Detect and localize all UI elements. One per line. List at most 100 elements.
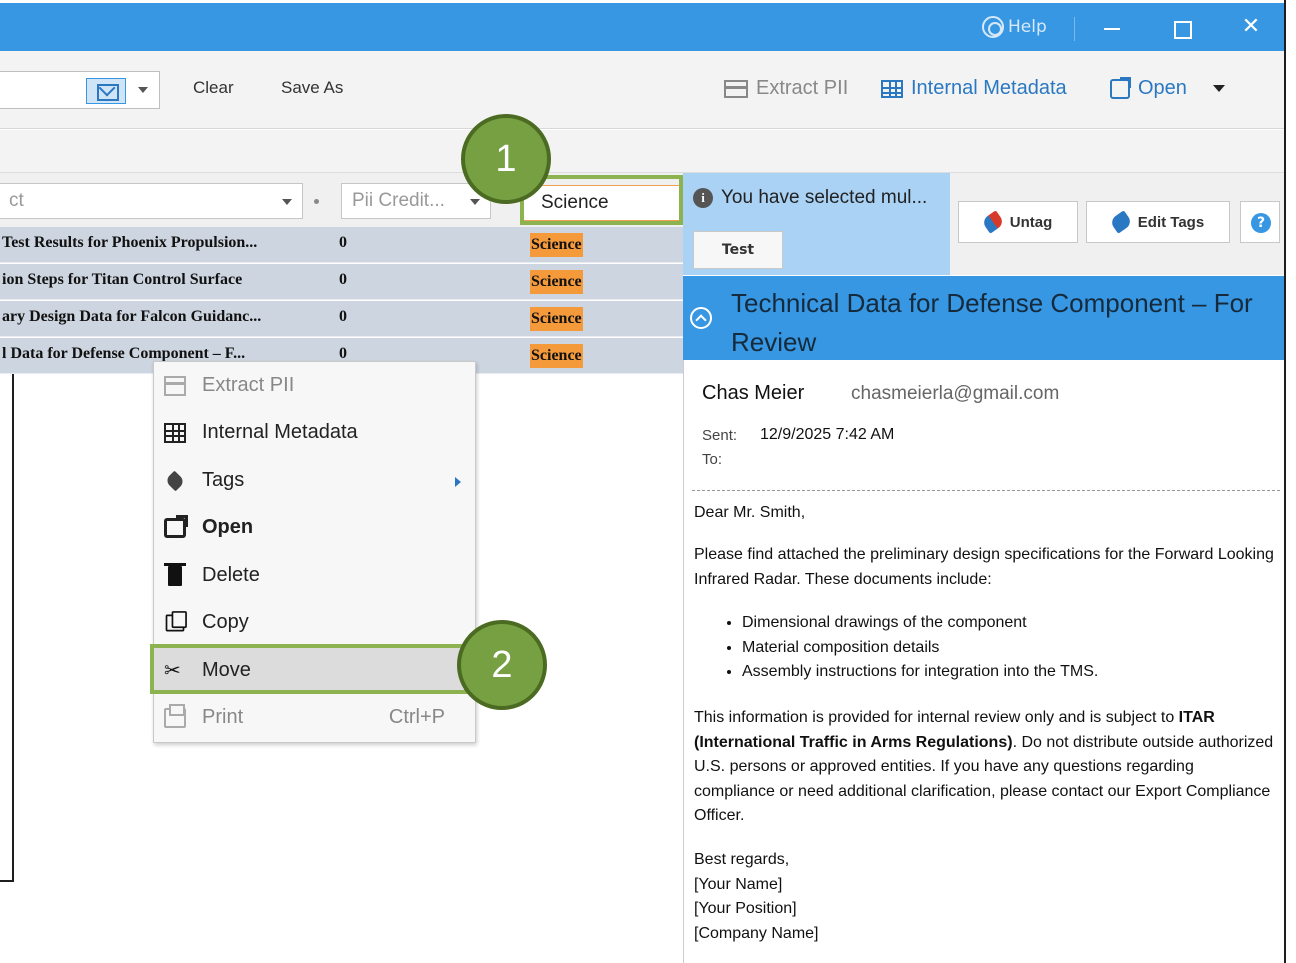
menu-item-open[interactable]: Open <box>154 505 475 551</box>
menu-item-delete[interactable]: Delete <box>154 553 475 599</box>
list-item: Dimensional drawings of the component <box>742 611 1274 636</box>
info-icon: i <box>693 188 713 208</box>
trash-icon <box>164 563 186 586</box>
table-row[interactable]: Test Results for Phoenix Propulsion... 0… <box>0 227 683 263</box>
callout-1: 1 <box>461 114 551 204</box>
save-as-button[interactable]: Save As <box>281 78 343 98</box>
sign-line: [Your Name] <box>694 875 783 893</box>
menu-label: Copy <box>202 611 249 633</box>
menu-item-copy[interactable]: Copy <box>154 600 475 646</box>
title-bar: Help ✕ <box>0 3 1284 51</box>
printer-icon <box>164 704 186 728</box>
row-tag: Science <box>530 307 583 331</box>
sender-email[interactable]: chasmeierla@gmail.com <box>851 383 1059 405</box>
extract-pii-button[interactable]: Extract PII <box>724 77 848 100</box>
open-button[interactable]: Open <box>1110 76 1225 100</box>
sender-name: Chas Meier <box>702 382 805 404</box>
menu-item-print[interactable]: Print Ctrl+P <box>154 695 475 741</box>
main-window: Help ✕ Clear Save As Extract PII Interna… <box>0 0 1286 963</box>
open-dropdown-icon[interactable] <box>1212 85 1225 92</box>
tag-icon <box>1108 210 1133 234</box>
card-icon <box>164 376 186 396</box>
sign-line: Best regards, <box>694 851 790 868</box>
sign-line: [Your Position] <box>694 900 797 917</box>
chevron-down-icon[interactable] <box>470 199 480 205</box>
card-icon <box>724 79 748 98</box>
row-tag: Science <box>530 270 583 294</box>
menu-item-internal-metadata[interactable]: Internal Metadata <box>154 410 475 456</box>
inner-window-corner <box>0 880 14 882</box>
sent-label: Sent: <box>702 427 738 444</box>
table-row[interactable]: ary Design Data for Falcon Guidanc... 0 … <box>0 301 683 337</box>
clear-button[interactable]: Clear <box>193 78 234 98</box>
collapse-icon[interactable] <box>690 307 712 329</box>
chevron-down-icon[interactable] <box>282 199 292 205</box>
help-label: Help <box>1008 17 1047 37</box>
body-paragraph-1: Please find attached the preliminary des… <box>694 546 1274 588</box>
title-separator <box>1074 17 1075 41</box>
email-body: Chas Meier chasmeierla@gmail.com Sent: 1… <box>683 360 1284 963</box>
close-button[interactable]: ✕ <box>1236 13 1266 43</box>
tag-actions: Untag Edit Tags ? <box>950 173 1284 275</box>
bullet-list: Dimensional drawings of the component Ma… <box>694 611 1274 685</box>
row-count: 0 <box>339 271 347 288</box>
table-icon <box>164 423 186 443</box>
view-combo[interactable] <box>0 71 160 109</box>
open-external-icon <box>164 515 188 538</box>
callout-2: 2 <box>457 620 547 710</box>
menu-label: Extract PII <box>202 374 295 396</box>
menu-shortcut: Ctrl+P <box>388 706 445 728</box>
row-subject: Test Results for Phoenix Propulsion... <box>2 234 258 251</box>
pii-filter[interactable]: Pii Credit... <box>341 183 491 219</box>
row-count: 0 <box>339 234 347 251</box>
move-highlight <box>150 644 468 694</box>
copy-icon <box>165 611 187 632</box>
chevron-down-icon[interactable] <box>138 87 148 93</box>
email-header: Technical Data for Defense Component – F… <box>683 276 1284 360</box>
untag-button[interactable]: Untag <box>958 201 1078 243</box>
list-item: Material composition details <box>742 636 1274 661</box>
row-count: 0 <box>339 308 347 325</box>
pii-filter-text: Pii Credit... <box>352 190 445 211</box>
untag-icon <box>980 210 1005 234</box>
open-external-icon <box>1110 76 1131 99</box>
help-link[interactable]: Help <box>982 16 1047 38</box>
row-tag: Science <box>530 344 583 368</box>
menu-item-extract-pii[interactable]: Extract PII <box>154 363 475 409</box>
maximize-button[interactable] <box>1166 13 1196 43</box>
menu-item-tags[interactable]: Tags <box>154 458 475 504</box>
notice-text: You have selected mul... <box>721 187 928 208</box>
open-label: Open <box>1138 77 1187 99</box>
untag-label: Untag <box>1009 213 1053 231</box>
extract-pii-label: Extract PII <box>756 77 849 99</box>
list-item: Assembly instructions for integration in… <box>742 660 1274 685</box>
greeting: Dear Mr. Smith, <box>694 504 806 521</box>
internal-metadata-button[interactable]: Internal Metadata <box>881 77 1067 100</box>
secondary-bar <box>0 130 1284 173</box>
inner-window-edge <box>12 374 14 882</box>
tag-icon <box>164 470 186 492</box>
help-button[interactable]: ? <box>1240 201 1280 243</box>
email-subject: Technical Data for Defense Component – F… <box>731 288 1253 357</box>
submenu-arrow-icon <box>455 477 461 487</box>
menu-label: Internal Metadata <box>202 421 358 443</box>
minimize-button[interactable] <box>1096 13 1126 43</box>
question-icon: ? <box>1251 213 1271 233</box>
signature: Best regards, [Your Name] [Your Position… <box>694 848 1274 946</box>
sent-value: 12/9/2025 7:42 AM <box>760 426 895 443</box>
subject-filter[interactable]: ct <box>0 183 303 219</box>
body-paragraph-2: This information is provided for interna… <box>694 706 1274 829</box>
test-button[interactable]: Test <box>693 231 783 269</box>
row-subject: ion Steps for Titan Control Surface <box>2 271 243 288</box>
para2-start: This information is provided for interna… <box>694 709 1179 726</box>
table-row[interactable]: ion Steps for Titan Control Surface 0 Sc… <box>0 264 683 300</box>
to-label: To: <box>702 451 723 468</box>
envelope-icon[interactable] <box>86 78 126 104</box>
edit-tags-button[interactable]: Edit Tags <box>1086 201 1230 243</box>
subject-filter-text: ct <box>9 190 24 211</box>
selection-notice: i You have selected mul... Test <box>683 173 950 275</box>
table-icon <box>881 79 903 98</box>
menu-label: Open <box>202 516 254 538</box>
app-root: Help ✕ Clear Save As Extract PII Interna… <box>0 0 1296 963</box>
menu-label: Delete <box>202 564 260 586</box>
